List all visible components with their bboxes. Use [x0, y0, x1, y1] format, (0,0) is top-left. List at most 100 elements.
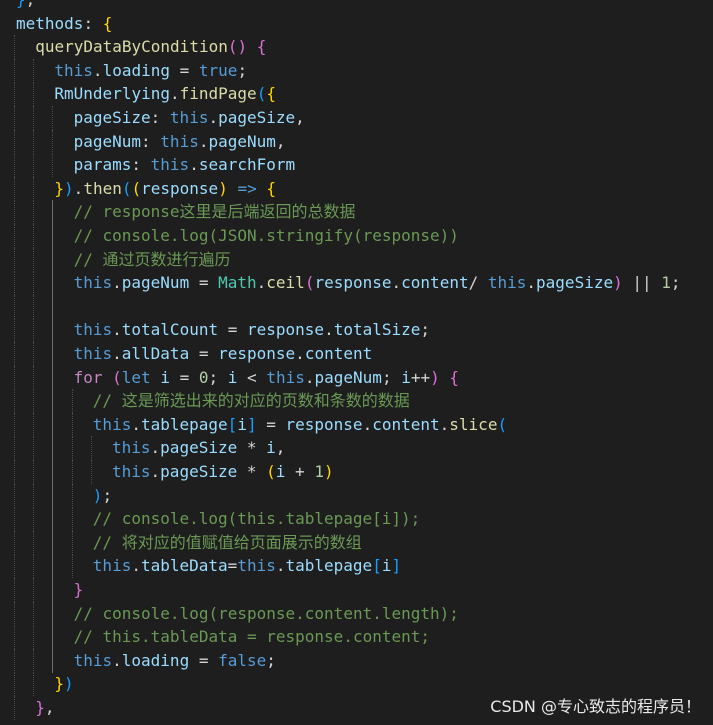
code-token: response [285, 414, 363, 434]
code-token: : [83, 13, 103, 33]
code-token: this [169, 108, 209, 127]
indent-guide [14, 389, 15, 414]
code-token: . [362, 414, 373, 434]
code-line[interactable]: pageSize: this.pageSize, [0, 106, 713, 130]
code-token: , [295, 108, 305, 127]
indent-guide [14, 129, 15, 154]
indent-guide [33, 578, 35, 602]
indent-guide [33, 224, 35, 248]
code-token: this [266, 367, 305, 387]
code-line[interactable]: this.tablepage[i] = response.content.sli… [0, 412, 713, 437]
code-token: this [73, 344, 113, 363]
indent-guide [52, 460, 54, 484]
indent-guide [14, 224, 15, 248]
code-token: < [237, 367, 267, 387]
indent-guide [14, 153, 15, 178]
code-line[interactable]: pageNum: this.pageNum, [0, 129, 713, 154]
code-token: { [449, 367, 460, 387]
code-line[interactable]: // console.log(response.content.length); [0, 601, 713, 626]
code-token: this [487, 273, 527, 293]
indent-guide [33, 672, 35, 697]
code-line[interactable] [0, 294, 713, 319]
code-token: ; [381, 367, 402, 387]
code-text: queryDataByCondition() { [35, 35, 266, 59]
code-token: params [73, 155, 132, 175]
code-line[interactable]: methods: { [0, 12, 713, 36]
code-line[interactable]: RmUnderlying.findPage({ [0, 82, 713, 107]
indent-guide [52, 389, 54, 414]
code-token: ( [266, 462, 276, 481]
code-line[interactable]: queryDataByCondition() { [0, 35, 713, 60]
code-token: || [622, 273, 662, 293]
indent-guide [14, 82, 15, 107]
code-token: . [112, 650, 122, 670]
code-token: ; [420, 320, 431, 340]
code-token: // console.log(this.tablepage[i]); [92, 509, 421, 529]
code-line[interactable]: this.pageSize * (i + 1) [0, 460, 713, 484]
indent-guide [14, 176, 15, 201]
code-line[interactable]: this.tableData=this.tablepage[i] [0, 554, 713, 579]
code-token: i [160, 367, 170, 387]
indent-guide [52, 106, 54, 130]
code-token: // 将对应的值赋值给页面展示的数组 [92, 532, 362, 552]
code-token: . [391, 273, 402, 293]
indent-guide [52, 578, 54, 602]
code-token: ( [304, 273, 315, 293]
code-token: [ [227, 414, 238, 434]
indent-guide [52, 625, 54, 650]
code-token: . [73, 178, 84, 198]
code-line[interactable]: // this.tableData = response.content; [0, 625, 713, 650]
csdn-watermark: CSDN @专心致志的程序员！ [490, 697, 701, 716]
code-text: }, [35, 696, 54, 720]
indent-guide [14, 200, 15, 225]
code-line[interactable]: params: this.searchForm [0, 153, 713, 178]
code-line[interactable]: for (let i = 0; i < this.pageNum; i++) { [0, 365, 713, 390]
code-line[interactable]: this.pageSize * i, [0, 436, 713, 461]
code-token: pageNum [314, 367, 382, 387]
code-token: , [44, 698, 55, 717]
indent-guide [90, 436, 92, 461]
code-line[interactable]: // response这里是后端返回的总数据 [0, 200, 713, 225]
indent-guide [52, 436, 54, 461]
indent-guide [33, 106, 35, 130]
code-token: content [401, 273, 469, 293]
code-line[interactable]: this.allData = response.content [0, 342, 713, 366]
code-line[interactable]: ); [0, 483, 713, 508]
code-line[interactable]: } [0, 578, 713, 602]
code-token: ; [237, 60, 248, 80]
code-line[interactable]: // 通过页数进行遍历 [0, 247, 713, 272]
code-token: ] [391, 556, 402, 576]
indent-guide [33, 153, 35, 178]
indent-guide [33, 601, 35, 626]
code-token: tablepage [140, 414, 228, 434]
code-line[interactable]: this.totalCount = response.totalSize; [0, 318, 713, 343]
code-text: // 将对应的值赋值给页面展示的数组 [93, 531, 362, 555]
code-line[interactable]: // console.log(JSON.stringify(response)) [0, 224, 713, 248]
code-token: pageSize [218, 108, 296, 127]
indent-guide [71, 530, 73, 555]
indent-guide [14, 365, 15, 390]
code-line[interactable]: // 将对应的值赋值给页面展示的数组 [0, 530, 713, 555]
code-token: . [189, 155, 199, 175]
code-line[interactable]: }, [0, 0, 713, 12]
code-line[interactable]: this.loading = false; [0, 648, 713, 673]
code-token: this [112, 462, 151, 481]
code-token: searchForm [198, 155, 296, 175]
code-text: for (let i = 0; i < this.pageNum; i++) { [74, 366, 459, 390]
code-line[interactable]: // 这是筛选出来的对应的页数和条数的数据 [0, 389, 713, 414]
indent-guide [52, 342, 54, 366]
indent-guide [33, 436, 35, 461]
indent-guide [33, 200, 35, 225]
code-line[interactable]: this.loading = true; [0, 58, 713, 83]
code-line[interactable]: // console.log(this.tablepage[i]); [0, 507, 713, 532]
code-line[interactable]: }).then((response) => { [0, 176, 713, 201]
code-token: RmUnderlying [54, 84, 170, 104]
code-token: . [169, 84, 180, 104]
code-editor[interactable]: },methods: {queryDataByCondition() {this… [0, 0, 713, 725]
indent-guide [14, 247, 15, 272]
code-line[interactable]: this.pageNum = Math.ceil(response.conten… [0, 271, 713, 296]
code-token: response [314, 273, 392, 293]
